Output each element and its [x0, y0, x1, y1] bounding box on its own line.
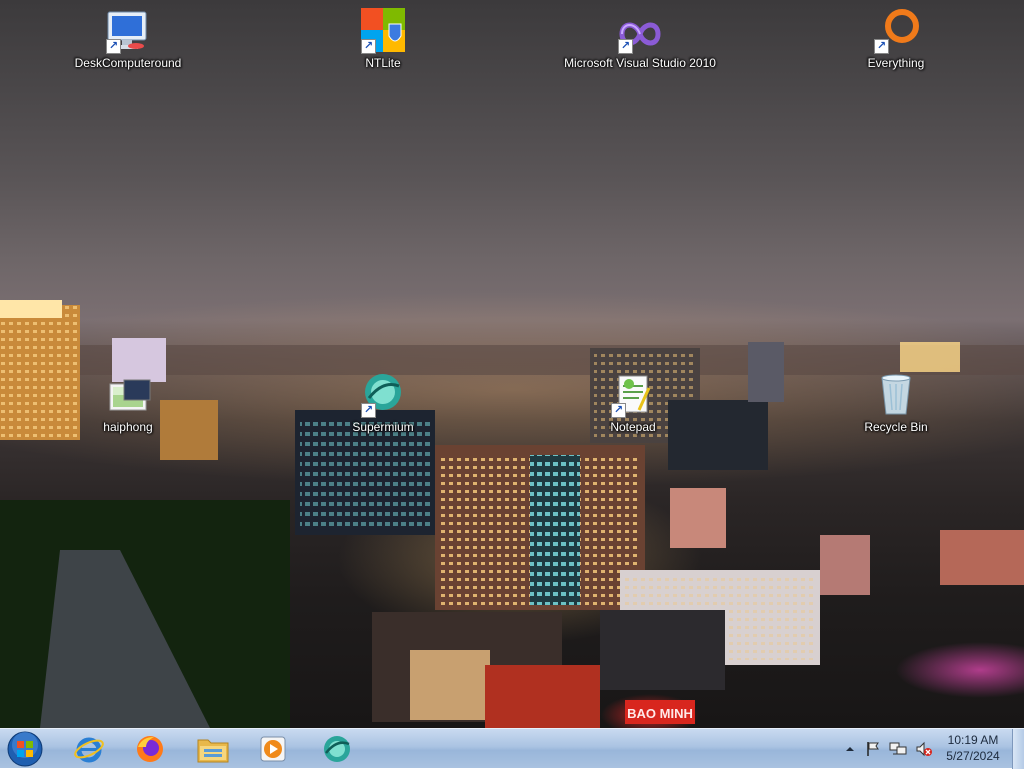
desktop-icon-ntlite[interactable]: ↗ NTLite [323, 6, 443, 70]
desktop-icon-recycle-bin[interactable]: Recycle Bin [836, 370, 956, 434]
desktop-icon-label: haiphong [103, 420, 153, 434]
shortcut-arrow-icon: ↗ [874, 39, 889, 54]
desktop-icon-everything[interactable]: ↗ Everything [836, 6, 956, 70]
supermium-icon [324, 736, 350, 762]
flag-icon [867, 742, 879, 756]
desktop-icon-label: Supermium [352, 420, 414, 434]
firefox-icon [137, 736, 163, 762]
desktop-icon-notepad[interactable]: ↗ Notepad [573, 370, 693, 434]
windows-logo-icon [7, 731, 43, 767]
desktop-icon-label: Everything [867, 56, 925, 70]
desktop-icon-label: Microsoft Visual Studio 2010 [564, 56, 716, 70]
shortcut-arrow-icon: ↗ [106, 39, 121, 54]
shortcut-arrow-icon: ↗ [611, 403, 626, 418]
shortcut-arrow-icon: ↗ [361, 39, 376, 54]
show-desktop-button[interactable] [1012, 729, 1024, 769]
notepad-icon: ↗ [609, 370, 657, 418]
shortcut-arrow-icon: ↗ [618, 39, 633, 54]
taskbar-windows-explorer[interactable] [191, 731, 235, 767]
network-icon [889, 742, 907, 755]
image-file-icon [104, 370, 152, 418]
ntlite-icon: ↗ [359, 6, 407, 54]
desktop-icon-label: Recycle Bin [864, 420, 928, 434]
computer-icon: ↗ [104, 6, 152, 54]
desktop-icon-label: DeskComputeround [74, 56, 182, 70]
volume-muted-icon [916, 741, 932, 757]
visual-studio-icon: ↗ [616, 6, 664, 54]
clock-date: 5/27/2024 [946, 749, 1000, 763]
tray-volume[interactable] [912, 729, 936, 769]
start-button[interactable] [6, 730, 44, 768]
desktop-icon-haiphong[interactable]: haiphong [68, 370, 188, 434]
chevron-up-icon [846, 747, 854, 751]
desktop-wallpaper: BAO MINH ↗ DeskComputeround ↗ NTLite ↗ M… [0, 0, 1024, 728]
folder-icon [197, 739, 229, 763]
desktop-icon-computer[interactable]: ↗ DeskComputeround [68, 6, 188, 70]
tray-show-hidden[interactable] [842, 729, 858, 769]
wallpaper-skyline: BAO MINH [0, 300, 1024, 728]
recycle-bin-icon [872, 370, 920, 418]
taskbar-clock[interactable]: 10:19 AM 5/27/2024 [936, 732, 1010, 764]
media-player-icon [260, 736, 286, 762]
desktop-icon-label: NTLite [365, 56, 401, 70]
shortcut-arrow-icon: ↗ [361, 403, 376, 418]
clock-time: 10:19 AM [947, 733, 999, 747]
taskbar-internet-explorer[interactable] [67, 731, 111, 767]
everything-icon: ↗ [872, 6, 920, 54]
tray-network[interactable] [886, 729, 910, 769]
taskbar-firefox[interactable] [128, 731, 172, 767]
desktop-icon-visual-studio[interactable]: ↗ Microsoft Visual Studio 2010 [550, 6, 730, 70]
billboard-sign: BAO MINH [627, 706, 693, 721]
taskbar-supermium[interactable] [315, 731, 359, 767]
desktop-icon-label: Notepad [610, 420, 656, 434]
internet-explorer-icon [74, 737, 104, 763]
desktop-icon-supermium[interactable]: ↗ Supermium [323, 370, 443, 434]
taskbar: 10:19 AM 5/27/2024 [0, 728, 1024, 769]
supermium-icon: ↗ [359, 370, 407, 418]
tray-action-center[interactable] [862, 729, 884, 769]
taskbar-media-player[interactable] [251, 731, 295, 767]
